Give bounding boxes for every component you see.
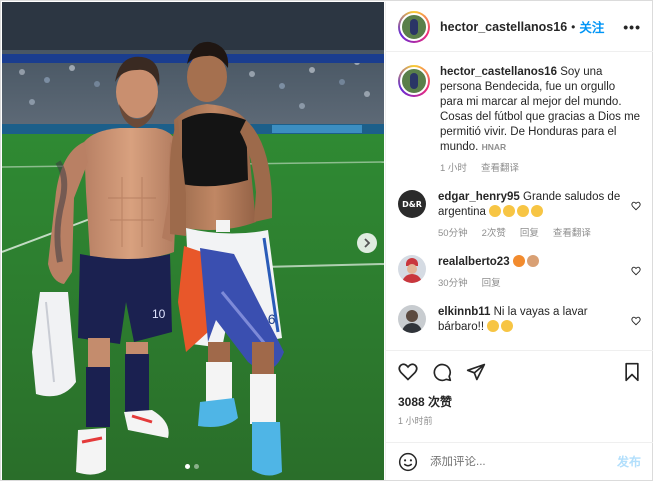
comment-emojis bbox=[512, 255, 541, 268]
emoji-icon bbox=[531, 205, 544, 217]
caption-tag[interactable]: HNAR bbox=[482, 142, 507, 152]
share-button[interactable] bbox=[466, 362, 486, 382]
carousel-dot[interactable] bbox=[185, 464, 190, 469]
heart-icon bbox=[398, 362, 418, 381]
like-count[interactable]: 3088 次赞 bbox=[398, 393, 452, 410]
post-action-bar bbox=[386, 350, 653, 392]
add-comment-bar: 发布 bbox=[386, 442, 653, 480]
emoji-icon bbox=[517, 205, 530, 217]
emoji-icon bbox=[487, 320, 500, 332]
comment-item: D&R edgar_henry95 Grande saludos de arge… bbox=[398, 190, 641, 241]
carousel-dot[interactable] bbox=[194, 464, 199, 469]
reply-button[interactable]: 回复 bbox=[482, 276, 501, 291]
caption-text: Soy una persona Bendecida, fue un orgull… bbox=[440, 66, 641, 153]
post-header: hector_castellanos16 • 关注 ••• bbox=[386, 2, 653, 52]
bookmark-icon bbox=[625, 362, 639, 381]
comment-emojis bbox=[489, 205, 545, 218]
comment-like-button[interactable] bbox=[627, 198, 641, 241]
comment-username[interactable]: elkinnb11 bbox=[438, 306, 490, 318]
commenter-avatar[interactable]: D&R bbox=[398, 190, 426, 218]
instagram-post-window: 10 16 hector_castellanos16 • 关注 ••• hect… bbox=[0, 0, 653, 481]
translate-link[interactable]: 查看翻译 bbox=[553, 226, 591, 241]
author-username[interactable]: hector_castellanos16 bbox=[440, 20, 567, 34]
author-avatar[interactable] bbox=[398, 10, 430, 43]
post-comment-button[interactable]: 发布 bbox=[617, 453, 641, 470]
emoji-icon bbox=[526, 255, 539, 267]
caption-time[interactable]: 1 小时 bbox=[440, 161, 467, 176]
comment-like-button[interactable] bbox=[627, 313, 641, 335]
follow-button[interactable]: 关注 bbox=[579, 17, 604, 36]
smiley-icon bbox=[398, 452, 418, 471]
reply-button[interactable]: 回复 bbox=[520, 226, 539, 241]
post-photo[interactable]: 10 16 bbox=[2, 2, 384, 480]
post-side-panel: hector_castellanos16 • 关注 ••• hector_cas… bbox=[385, 2, 653, 480]
comment-bubble-icon bbox=[433, 363, 452, 381]
commenter-avatar[interactable] bbox=[398, 305, 426, 333]
heart-icon bbox=[631, 201, 641, 211]
emoji-icon bbox=[501, 320, 514, 332]
comment-emojis bbox=[487, 320, 515, 333]
save-button[interactable] bbox=[623, 362, 641, 382]
comment-input[interactable] bbox=[430, 455, 617, 468]
comment-like-button[interactable] bbox=[627, 263, 641, 291]
chevron-right-icon bbox=[364, 238, 371, 248]
like-button[interactable] bbox=[398, 362, 418, 382]
caption-username[interactable]: hector_castellanos16 bbox=[440, 66, 557, 78]
emoji-icon bbox=[512, 255, 525, 267]
comment-likes[interactable]: 2次赞 bbox=[482, 226, 506, 241]
comment-button[interactable] bbox=[432, 362, 452, 382]
comment-username[interactable]: realalberto23 bbox=[438, 256, 510, 268]
emoji-icon bbox=[503, 205, 516, 217]
follow-separator: • bbox=[571, 19, 576, 34]
heart-icon bbox=[631, 316, 641, 326]
photo-illustration: 10 16 bbox=[2, 2, 384, 480]
svg-text:10: 10 bbox=[152, 307, 166, 321]
emoji-icon bbox=[489, 205, 502, 217]
caption-avatar[interactable] bbox=[398, 65, 430, 97]
paper-plane-icon bbox=[466, 363, 486, 380]
comment-item: elkinnb11 Ni la vayas a lavar bárbaro!! bbox=[398, 305, 641, 335]
comment-username[interactable]: edgar_henry95 bbox=[438, 191, 520, 203]
carousel-dots bbox=[185, 464, 199, 469]
caption-translate-link[interactable]: 查看翻译 bbox=[481, 161, 519, 176]
caption: hector_castellanos16 Soy una persona Ben… bbox=[398, 65, 641, 176]
commenter-avatar[interactable] bbox=[398, 255, 426, 283]
comment-time[interactable]: 30分钟 bbox=[438, 276, 468, 291]
comment-item: realalberto23 30分钟 回复 bbox=[398, 255, 641, 291]
emoji-button[interactable] bbox=[398, 452, 418, 472]
carousel-next-button[interactable] bbox=[357, 233, 377, 253]
more-options-button[interactable]: ••• bbox=[623, 19, 641, 35]
post-time[interactable]: 1 小时前 bbox=[398, 414, 433, 427]
comment-time[interactable]: 50分钟 bbox=[438, 226, 468, 241]
comments-section[interactable]: hector_castellanos16 Soy una persona Ben… bbox=[386, 53, 653, 350]
heart-icon bbox=[631, 266, 641, 276]
